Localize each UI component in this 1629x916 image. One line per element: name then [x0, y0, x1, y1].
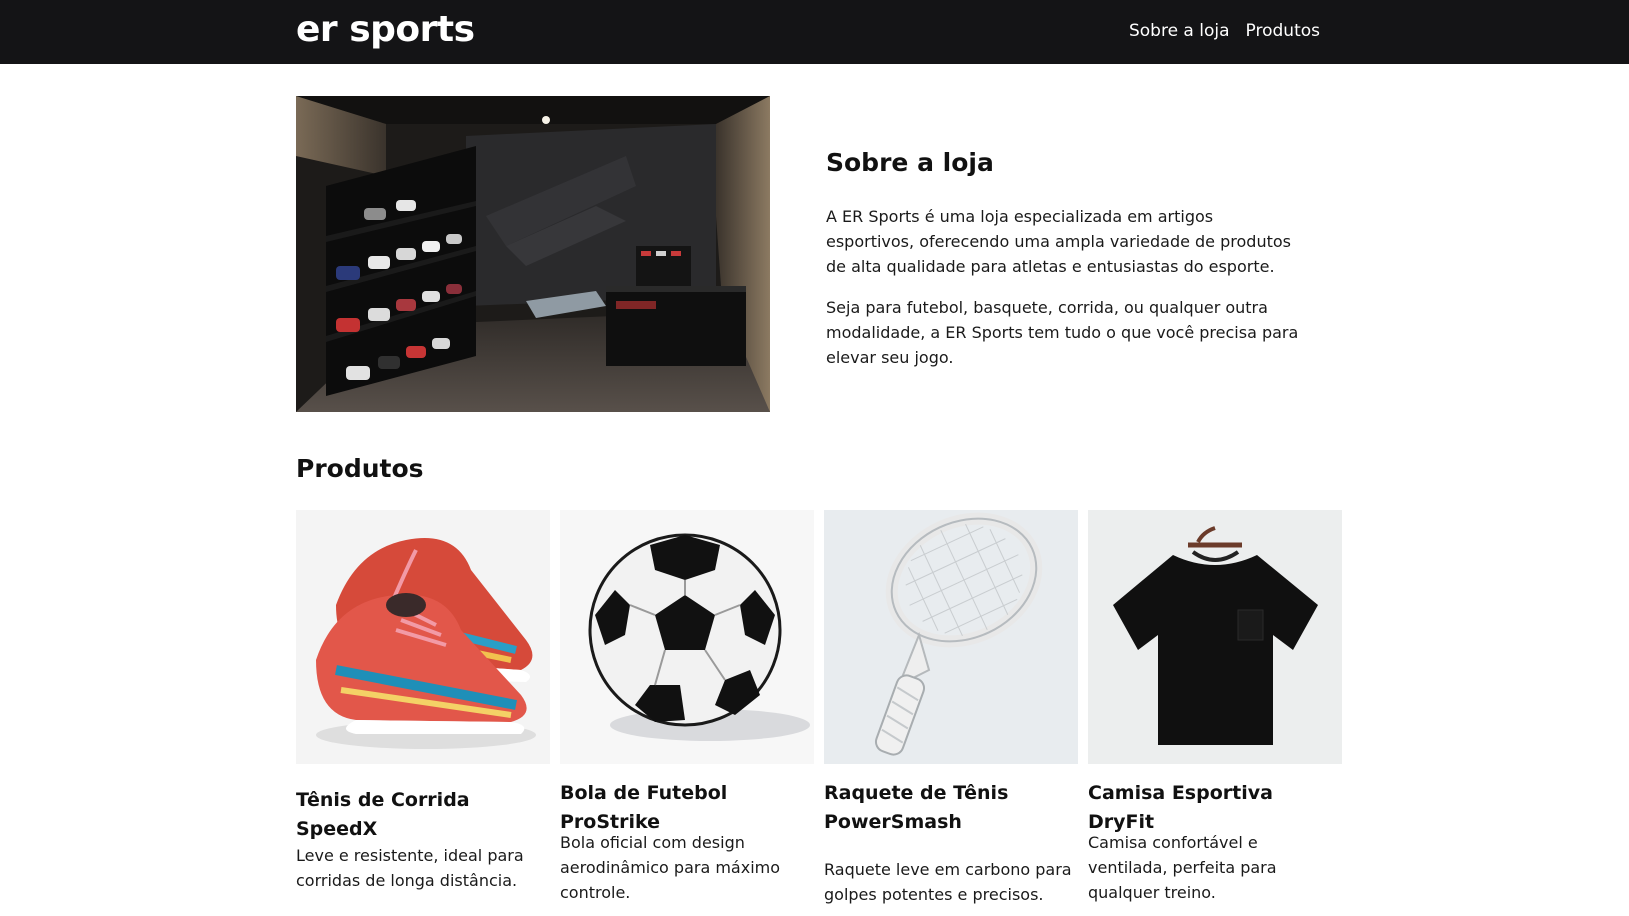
- product-description: Bola oficial com design aerodinâmico par…: [560, 833, 781, 902]
- tshirt-illustration: [1113, 526, 1318, 745]
- products-title: Produtos: [296, 454, 424, 483]
- product-name[interactable]: Raquete de Tênis PowerSmash: [824, 779, 1078, 837]
- about-paragraph: Seja para futebol, basquete, corrida, ou…: [826, 298, 1299, 367]
- running-shoes-illustration: [316, 538, 536, 749]
- about-paragraph: A ER Sports é uma loja especializada em …: [826, 207, 1291, 276]
- store-interior-image: [296, 96, 770, 412]
- brand-logo[interactable]: er sports: [296, 8, 475, 52]
- product-image-tennis-racket[interactable]: [824, 510, 1078, 764]
- about-title: Sobre a loja: [826, 148, 994, 177]
- product-image-soccer-ball[interactable]: [560, 510, 814, 764]
- product-name[interactable]: Tênis de Corrida SpeedX: [296, 786, 550, 844]
- nav-link-produtos[interactable]: Produtos: [1246, 18, 1320, 44]
- product-description: Leve e resistente, ideal para corridas d…: [296, 846, 524, 890]
- product-name[interactable]: Bola de Futebol ProStrike: [560, 779, 814, 837]
- tennis-racket-illustration: [874, 512, 1043, 756]
- product-image-running-shoes[interactable]: [296, 510, 550, 764]
- product-description: Raquete leve em carbono para golpes pote…: [824, 860, 1072, 904]
- nav-links: Sobre a loja Produtos: [1129, 18, 1320, 44]
- store-interior-illustration: [296, 96, 770, 412]
- product-image-tshirt[interactable]: [1088, 510, 1342, 764]
- navbar: er sports Sobre a loja Produtos: [0, 0, 1629, 64]
- nav-link-sobre[interactable]: Sobre a loja: [1129, 18, 1230, 44]
- product-name[interactable]: Camisa Esportiva DryFit: [1088, 779, 1342, 837]
- soccer-ball-illustration: [588, 533, 810, 741]
- product-description: Camisa confortável e ventilada, perfeita…: [1088, 833, 1277, 902]
